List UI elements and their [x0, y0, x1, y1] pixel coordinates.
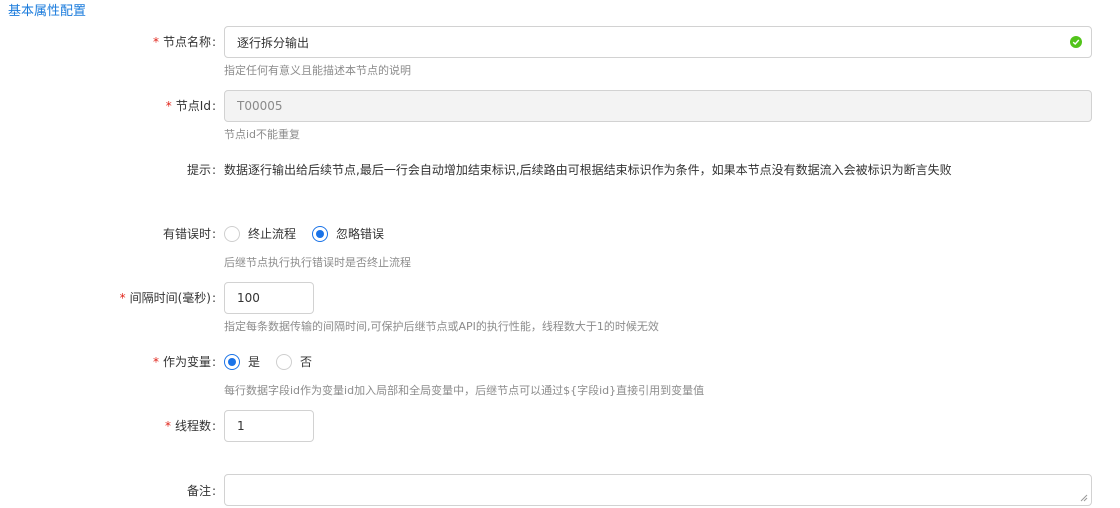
resize-grip-icon[interactable] [1080, 494, 1088, 502]
radio-unchecked-icon [276, 354, 293, 370]
threads-label: * 线程数: [164, 419, 216, 433]
radio-terminate-flow[interactable]: 终止流程 [224, 226, 296, 242]
check-circle-icon [1070, 36, 1082, 48]
node-name-label: * 节点名称: [152, 35, 216, 49]
radio-unchecked-icon [224, 226, 240, 242]
interval-input[interactable] [224, 282, 314, 314]
radio-no[interactable]: 否 [276, 354, 312, 370]
node-name-help: 指定任何有意义且能描述本节点的说明 [224, 64, 411, 77]
hint-text: 数据逐行输出给后续节点,最后一行会自动增加结束标识,后续路由可根据结束标识作为条… [224, 163, 952, 177]
node-id-label: * 节点Id: [165, 99, 216, 113]
required-mark: * [119, 291, 126, 305]
section-title: 基本属性配置 [8, 4, 87, 19]
as-variable-label: * 作为变量: [152, 355, 216, 369]
node-id-help: 节点id不能重复 [224, 128, 301, 141]
radio-yes[interactable]: 是 [224, 354, 260, 370]
interval-label: * 间隔时间(毫秒): [119, 291, 216, 305]
radio-checked-icon [224, 354, 240, 370]
radio-ignore-error[interactable]: 忽略错误 [312, 226, 384, 242]
required-mark: * [165, 99, 172, 113]
node-name-input[interactable] [224, 26, 1092, 58]
radio-checked-icon [312, 226, 329, 242]
node-id-input[interactable] [224, 90, 1092, 122]
remark-label: 备注: [186, 484, 216, 498]
interval-help: 指定每条数据传输的间隔时间,可保护后继节点或API的执行性能，线程数大于1的时候… [224, 320, 659, 333]
on-error-help: 后继节点执行执行错误时是否终止流程 [224, 256, 411, 269]
required-mark: * [152, 35, 159, 49]
on-error-label: 有错误时: [162, 227, 216, 241]
as-variable-radio-group: 是 否 [224, 354, 328, 370]
node-config-form: 基本属性配置 *节点名称: 指定任何有意义且能描述本节点的说明 *节点Id: 节… [0, 0, 1120, 508]
threads-input[interactable] [224, 410, 314, 442]
hint-label: 提示: [186, 163, 216, 177]
remark-textarea[interactable] [224, 474, 1092, 506]
required-mark: * [152, 355, 159, 369]
as-variable-help: 每行数据字段id作为变量id加入局部和全局变量中，后继节点可以通过${字段id}… [224, 384, 705, 397]
on-error-radio-group: 终止流程 忽略错误 [224, 226, 400, 242]
required-mark: * [164, 419, 171, 433]
